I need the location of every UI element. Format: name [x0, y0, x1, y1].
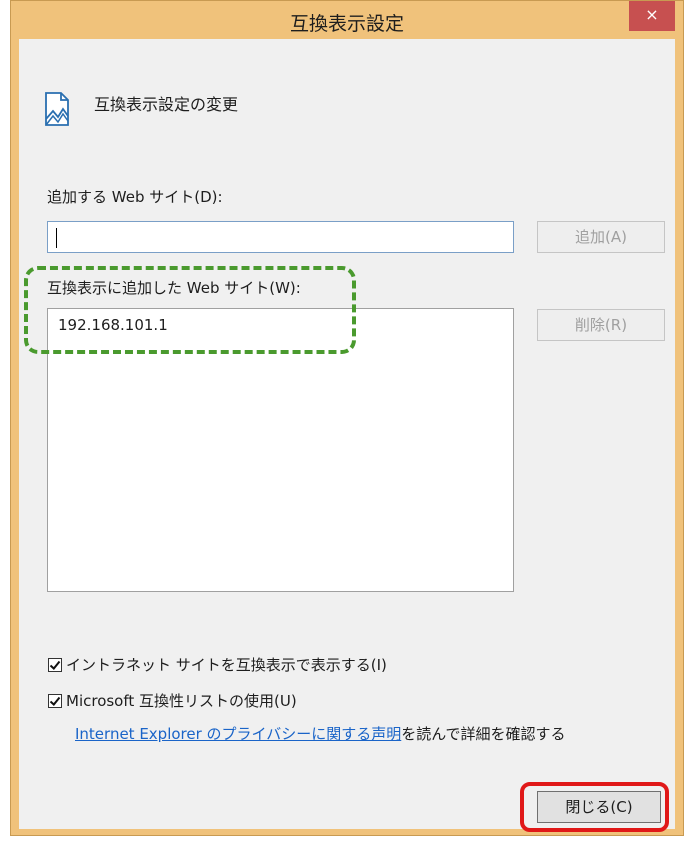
privacy-statement: Internet Explorer のプライバシーに関する声明を読んで詳細を確認…	[75, 723, 566, 744]
title-bar[interactable]: 互換表示設定 ×	[11, 1, 683, 39]
ms-list-option[interactable]: Microsoft 互換性リストの使用(U)	[48, 690, 297, 711]
dialog-title: 互換表示設定	[289, 13, 404, 35]
intranet-option[interactable]: イントラネット サイトを互換表示で表示する(I)	[48, 654, 387, 675]
list-item[interactable]: 192.168.101.1	[58, 316, 168, 334]
close-button[interactable]: 閉じる(C)	[537, 791, 661, 823]
site-list[interactable]: 192.168.101.1	[47, 308, 514, 592]
intranet-label: イントラネット サイトを互換表示で表示する(I)	[66, 656, 387, 674]
checkmark-icon	[49, 696, 61, 706]
privacy-suffix: を読んで詳細を確認する	[401, 725, 566, 743]
ms-list-label: Microsoft 互換性リストの使用(U)	[66, 692, 297, 710]
close-window-button[interactable]: ×	[629, 1, 675, 31]
checkmark-icon	[49, 660, 61, 670]
close-icon: ×	[645, 5, 659, 24]
intranet-checkbox[interactable]	[48, 657, 62, 672]
add-site-label: 追加する Web サイト(D):	[47, 188, 223, 206]
privacy-link[interactable]: Internet Explorer のプライバシーに関する声明	[75, 725, 401, 743]
remove-button[interactable]: 削除(R)	[537, 309, 665, 341]
site-list-label: 互換表示に追加した Web サイト(W):	[47, 279, 301, 297]
add-site-input[interactable]	[47, 221, 514, 253]
add-button[interactable]: 追加(A)	[537, 221, 665, 253]
header-title: 互換表示設定の変更	[94, 95, 239, 114]
text-caret	[56, 228, 57, 248]
ms-list-checkbox[interactable]	[48, 693, 62, 708]
website-icon	[45, 92, 69, 126]
